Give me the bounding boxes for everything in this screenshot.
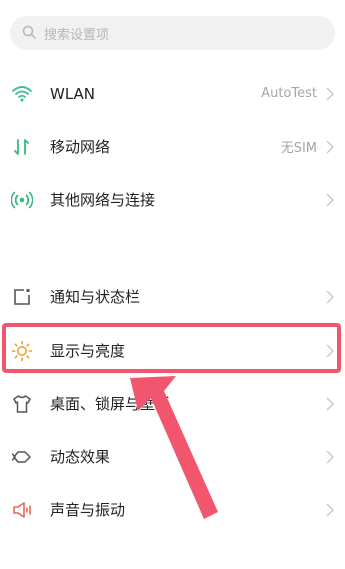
settings-row-mobile-network[interactable]: 移动网络 无SIM xyxy=(0,120,345,173)
row-value: 无SIM xyxy=(280,141,317,156)
settings-row-other-networks[interactable]: 其他网络与连接 xyxy=(0,173,345,226)
search-placeholder: 搜索设置项 xyxy=(44,27,110,43)
wireless-connection-icon xyxy=(10,188,34,212)
chevron-right-icon xyxy=(325,397,335,411)
settings-row-motion-effects[interactable]: 动态效果 xyxy=(0,430,345,483)
row-label: 声音与振动 xyxy=(50,501,126,519)
shirt-theme-icon xyxy=(10,392,34,416)
animation-effect-icon xyxy=(10,445,34,469)
chevron-right-icon xyxy=(325,450,335,464)
speaker-icon xyxy=(10,498,34,522)
row-label: 其他网络与连接 xyxy=(50,191,156,209)
wifi-icon xyxy=(10,82,34,106)
row-label: 移动网络 xyxy=(50,138,111,156)
chevron-right-icon xyxy=(325,503,335,517)
chevron-right-icon xyxy=(325,290,335,304)
chevron-right-icon xyxy=(325,344,335,358)
search-icon xyxy=(22,24,36,43)
row-label: 通知与状态栏 xyxy=(50,288,141,306)
settings-row-sound-vibration[interactable]: 声音与振动 xyxy=(0,483,345,536)
row-label: 动态效果 xyxy=(50,448,111,466)
brightness-sun-icon xyxy=(10,339,34,363)
row-label: 桌面、锁屏与壁纸 xyxy=(50,395,171,413)
mobile-data-icon xyxy=(10,135,34,159)
settings-row-wlan[interactable]: WLAN AutoTest xyxy=(0,67,345,120)
chevron-right-icon xyxy=(325,140,335,154)
row-value: AutoTest xyxy=(261,86,317,101)
row-label: WLAN xyxy=(50,84,96,103)
settings-row-desktop-wallpaper[interactable]: 桌面、锁屏与壁纸 xyxy=(0,377,345,430)
search-bar[interactable]: 搜索设置项 xyxy=(10,16,335,50)
chevron-right-icon xyxy=(325,87,335,101)
settings-row-notifications[interactable]: 通知与状态栏 xyxy=(0,270,345,323)
notification-bar-icon xyxy=(10,285,34,309)
chevron-right-icon xyxy=(325,193,335,207)
settings-row-display-brightness[interactable]: 显示与亮度 xyxy=(0,324,345,377)
row-label: 显示与亮度 xyxy=(50,342,126,360)
